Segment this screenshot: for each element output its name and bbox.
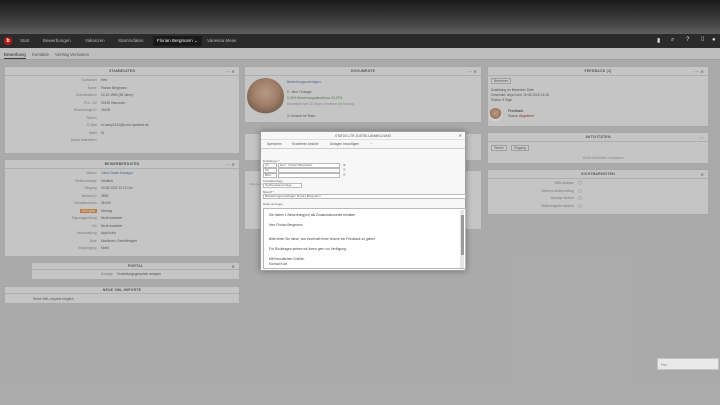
scrollbar-thumb[interactable] [460,215,464,255]
message-line: Sie haben 1 Bewerbung(en) als Zusatzdoku… [269,213,356,217]
modal-title: STATUS-LTR ZUSTELLANMELDUNG ✕ [261,132,465,140]
search-icon[interactable]: ⌕ [671,37,674,44]
salutation-select[interactable]: An [263,163,277,168]
nav-bewerbungen[interactable]: Bewerbungen [43,38,71,43]
help-icon[interactable]: ? [686,37,689,43]
message-editor[interactable]: Sie haben 1 Bewerbung(en) als Zusatzdoku… [263,208,466,269]
kontaktvorlage-select[interactable]: Textbausteinvorlage [263,183,302,188]
extended-view-button[interactable]: Erweiterte Ansicht [292,142,318,146]
nav-vakanzen[interactable]: Vakanzen [85,38,105,43]
message-line: Bitte teilen Sie diese, uns innerhalb ei… [269,237,376,241]
user-icon[interactable]: ● [712,37,716,43]
message-line: Konrad Kurz [269,262,288,266]
editor-scrollbar[interactable] [460,210,464,268]
modal-title-text: STATUS-LTR ZUSTELLANMELDUNG [334,134,392,138]
nav-stammdaten[interactable]: Stammdaten [118,38,144,43]
chevron-down-icon: ⌄ [194,38,198,43]
add-recipient-icon[interactable]: ⊕ [343,163,346,167]
bcc-list-icon[interactable]: ☰ [343,173,346,177]
message-line: Für Rückfragen stehen wir Ihnen gern zur… [269,247,347,251]
active-person-label: Florian Bergmann [157,38,193,43]
bcc-select[interactable]: BCC [263,173,277,178]
content-label[interactable]: Datei anzeigen [263,202,283,206]
sender-label: Absender [249,182,262,186]
main-navbar: b Start Bewerbungen Vakanzen Stammdaten … [0,34,720,48]
status-toast: Frei [657,358,719,370]
modal-toolbar: Speichern Erweiterte Ansicht Anlagen hin… [261,140,465,149]
close-icon[interactable]: ✕ [459,132,462,140]
grid-icon[interactable]: ⁞⁞ [701,37,704,43]
add-attachment-button[interactable]: Anlagen hinzufügen [330,142,359,146]
email-modal: STATUS-LTR ZUSTELLANMELDUNG ✕ Speichern E… [249,131,466,271]
bcc-field[interactable] [278,173,340,178]
save-button[interactable]: Speichern [267,142,282,146]
cc-list-icon[interactable]: ☰ [343,168,346,172]
top-blurred-area [0,0,720,34]
nav-next-person[interactable]: Vanessa Meier [207,38,237,43]
app-logo[interactable]: b [4,37,12,45]
cc-select[interactable]: CC [263,168,277,173]
nav-active-person[interactable]: Florian Bergmann ⌄ [153,36,202,46]
status-toast-text: Frei [661,363,667,367]
message-line: Mit freundlichen Grüßen [269,257,305,261]
cc-field[interactable] [278,168,340,173]
bookmark-icon[interactable]: ▮ [657,37,660,44]
nav-start[interactable]: Start [20,38,30,43]
more-options-button[interactable]: ··· [370,142,373,146]
subject-field[interactable]: Bewerbungsunterlagen Florian Bergmann [263,194,466,199]
recipient-field[interactable]: Herr · Florian Bergmann [278,163,340,168]
message-line: Herr Florian Bergmann [269,223,303,227]
